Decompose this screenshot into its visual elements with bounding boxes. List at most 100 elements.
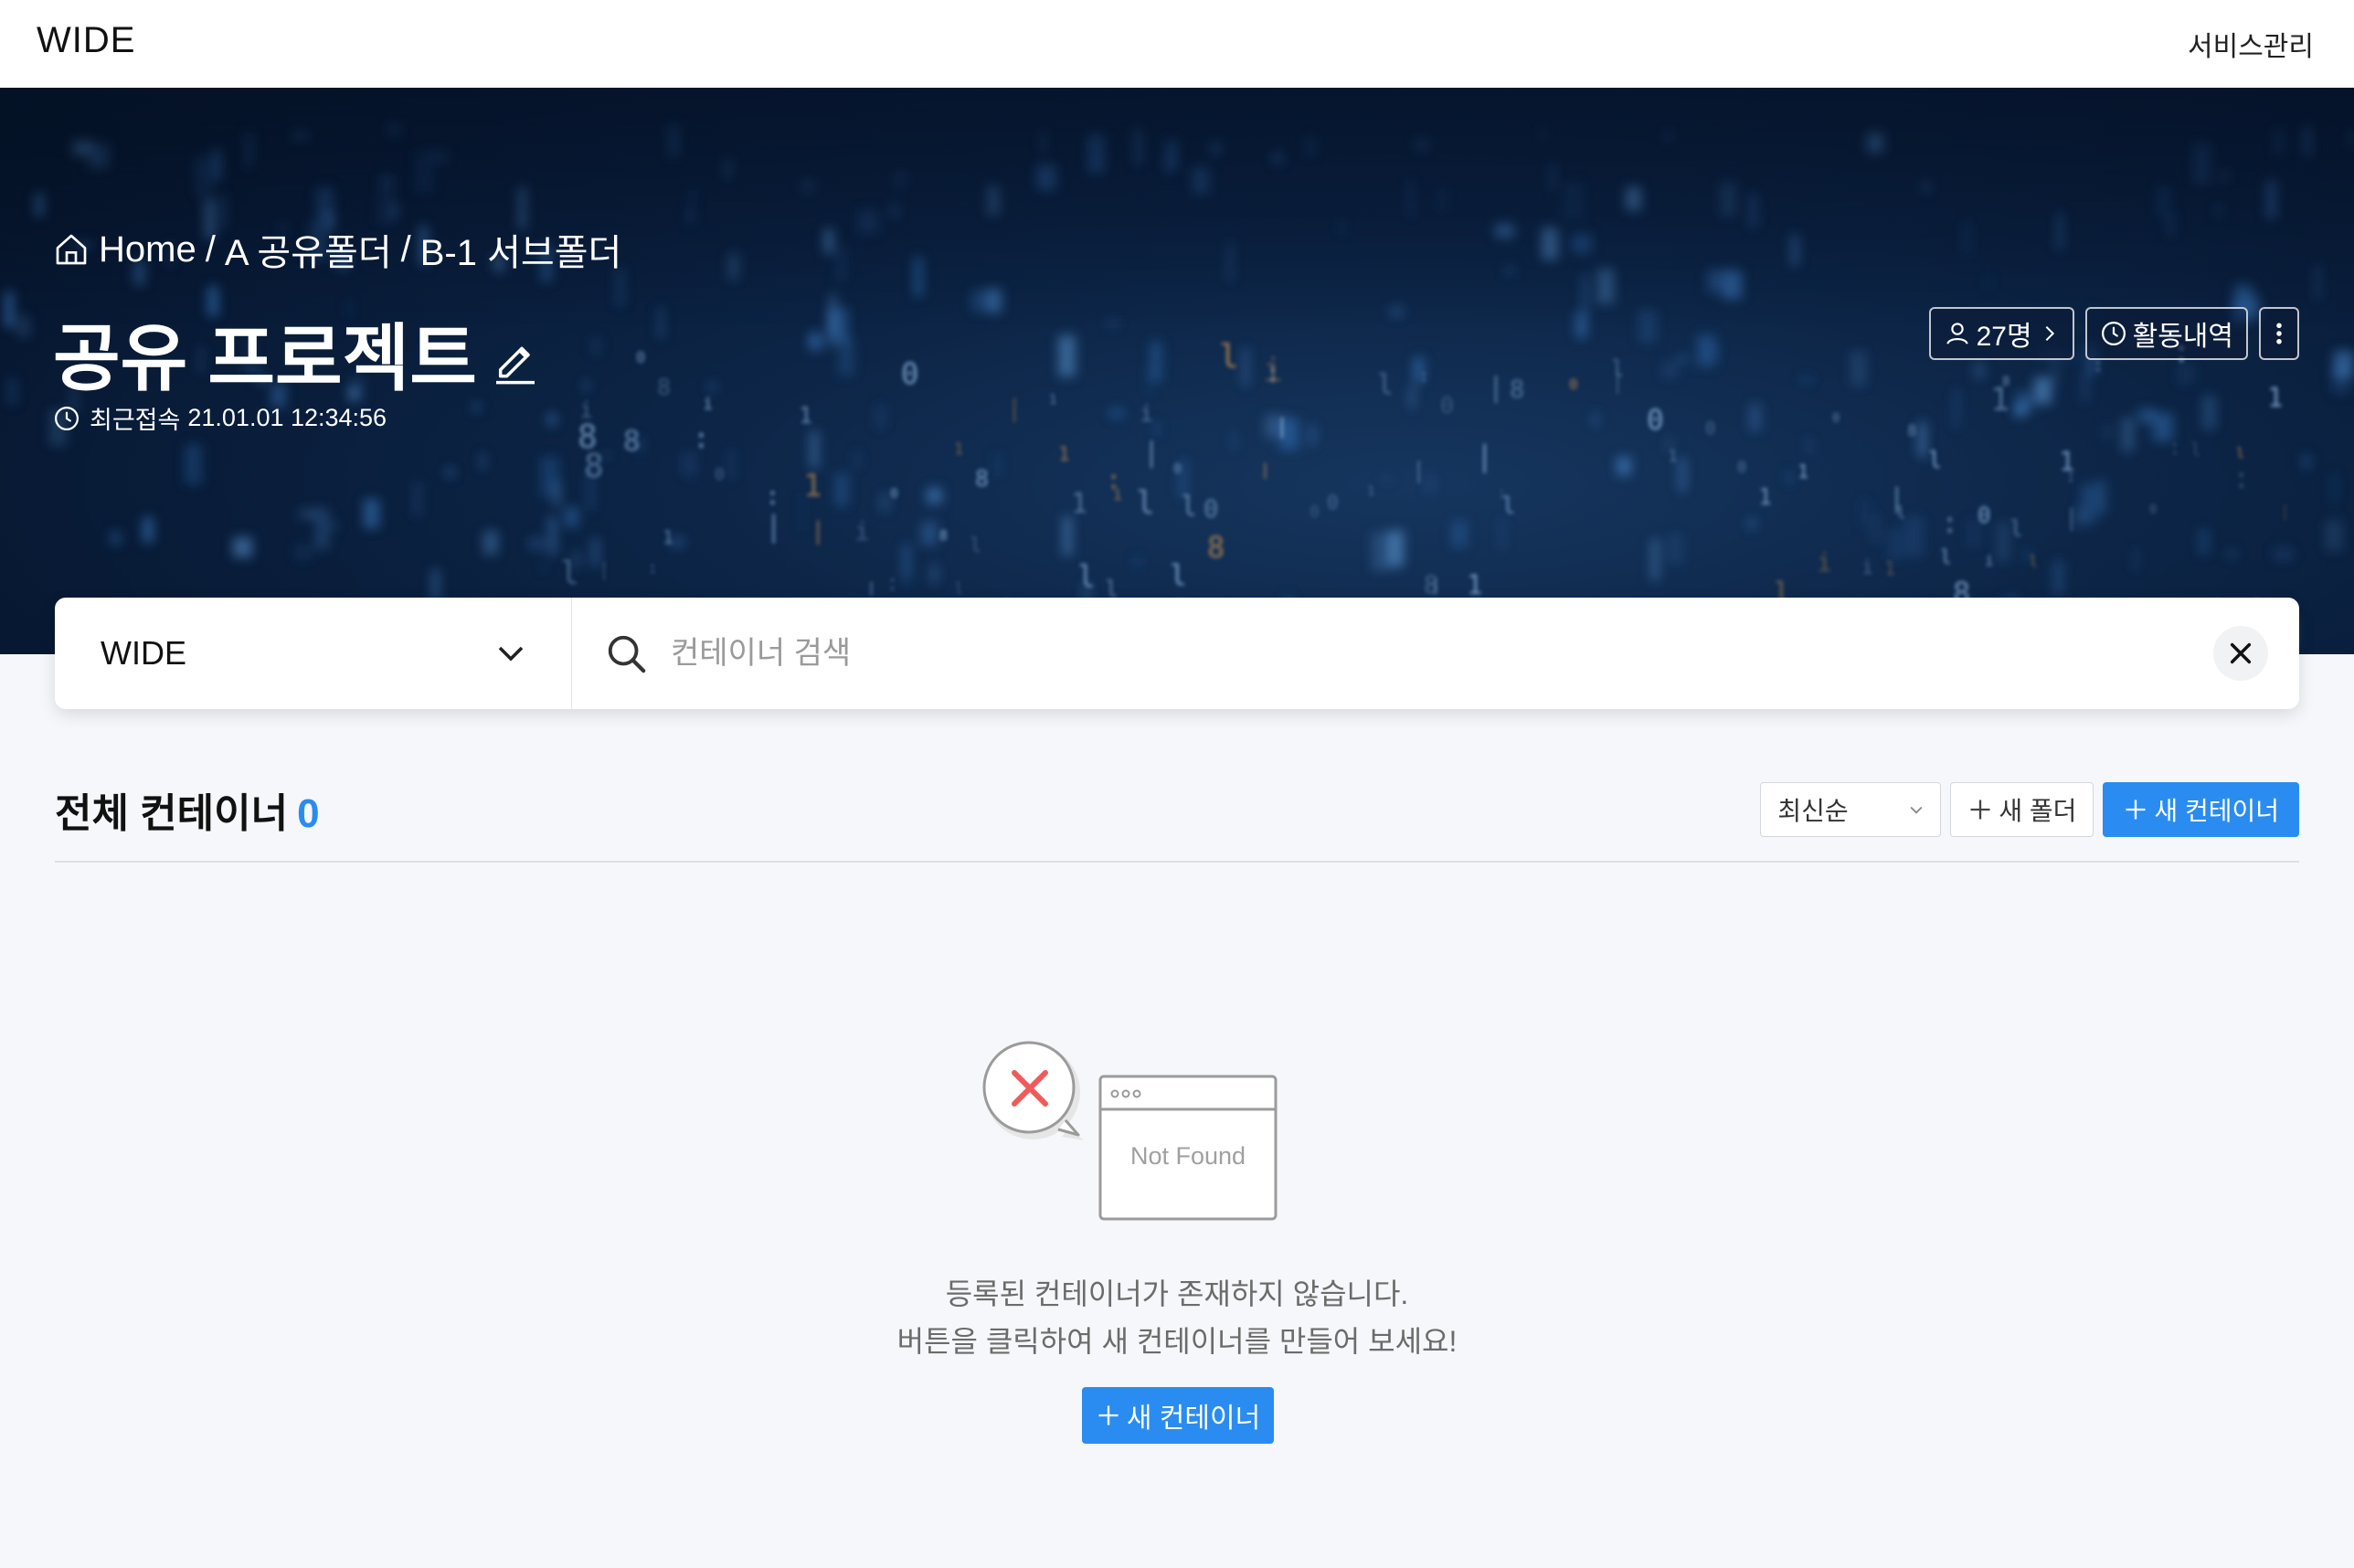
- new-folder-button[interactable]: 새 폴더: [1950, 782, 2094, 837]
- svg-text:8: 8: [578, 418, 598, 456]
- svg-text:0: 0: [715, 465, 725, 484]
- svg-text:l: l: [954, 579, 964, 599]
- svg-text:l: l: [970, 535, 981, 557]
- home-icon[interactable]: [53, 231, 90, 268]
- svg-text:1: 1: [799, 402, 812, 429]
- svg-text:i: i: [703, 394, 713, 414]
- svg-text:1: 1: [954, 440, 963, 459]
- svg-text:l: l: [1219, 338, 1239, 376]
- empty-new-container-button[interactable]: 새 컨테이너: [1082, 1387, 1274, 1444]
- not-found-illustration: Not Found: [982, 1041, 1278, 1221]
- members-button[interactable]: 27명: [1928, 307, 2074, 360]
- svg-text:|: |: [1260, 461, 1270, 480]
- svg-text:0: 0: [1705, 418, 1715, 439]
- svg-text:|: |: [1889, 482, 1904, 514]
- svg-text:|: |: [2064, 504, 2079, 532]
- svg-text:0: 0: [2149, 503, 2157, 517]
- activity-history-button[interactable]: 활동내역: [2084, 307, 2248, 360]
- svg-text:0: 0: [890, 485, 898, 502]
- svg-text:l: l: [2190, 439, 2201, 461]
- svg-text:8: 8: [1907, 422, 1916, 440]
- svg-text:1: 1: [803, 468, 822, 504]
- plus-icon: [2126, 800, 2146, 820]
- svg-text:i: i: [1817, 547, 1832, 577]
- new-container-button[interactable]: 새 컨테이너: [2103, 782, 2299, 837]
- close-icon: [2230, 642, 2252, 664]
- svg-text:l: l: [1077, 558, 1096, 594]
- sort-select[interactable]: 최신순: [1760, 782, 1942, 837]
- svg-text:1: 1: [1071, 488, 1087, 520]
- chevron-right-icon: [2045, 325, 2054, 342]
- svg-text::: :: [765, 481, 780, 511]
- svg-text:l: l: [560, 556, 579, 592]
- breadcrumb-subfolder[interactable]: B-1 서브폴더: [420, 223, 622, 276]
- list-title: 전체 컨테이너 0: [55, 780, 320, 839]
- svg-text:|: |: [2280, 502, 2290, 521]
- svg-text:|: |: [1611, 369, 1624, 395]
- svg-text::: :: [1419, 367, 1428, 386]
- kebab-icon: [2276, 323, 2282, 344]
- members-count: 27명: [1976, 322, 2032, 352]
- svg-text:i: i: [1861, 556, 1873, 579]
- svg-text:l: l: [1170, 559, 1187, 592]
- project-actions: 27명 활동내역: [1928, 307, 2299, 360]
- breadcrumb-folder[interactable]: A 공유폴더: [225, 223, 392, 276]
- clock-icon: [2101, 322, 2126, 345]
- svg-text:1: 1: [1797, 461, 1808, 482]
- search-input[interactable]: [669, 634, 2213, 673]
- container-search-bar: WIDE: [55, 598, 2299, 709]
- more-options-button[interactable]: [2259, 307, 2299, 360]
- top-bar: WIDE 서비스관리: [0, 0, 2354, 89]
- svg-text:|: |: [1276, 415, 1288, 439]
- svg-text:0: 0: [1310, 503, 1320, 522]
- svg-text:0: 0: [1978, 503, 1990, 528]
- svg-text:1: 1: [1758, 483, 1772, 510]
- brand-logo[interactable]: WIDE: [37, 20, 135, 61]
- clock-icon: [55, 406, 79, 430]
- svg-text:|: |: [1412, 457, 1426, 483]
- workspace-select[interactable]: WIDE: [55, 598, 572, 709]
- svg-text:0: 0: [901, 356, 918, 391]
- svg-text:1: 1: [2059, 446, 2074, 477]
- svg-text::: :: [885, 569, 899, 596]
- svg-text:1: 1: [1884, 557, 1895, 579]
- breadcrumb-separator: /: [205, 228, 216, 270]
- svg-text:|: |: [867, 579, 875, 596]
- svg-text:|: |: [599, 558, 610, 580]
- activity-history-label: 활동내역: [2132, 322, 2233, 352]
- svg-text::: :: [1941, 505, 1958, 540]
- svg-text::: :: [1106, 464, 1121, 495]
- svg-text:8: 8: [657, 374, 671, 400]
- container-count: 0: [297, 791, 320, 836]
- pencil-icon[interactable]: [490, 334, 541, 385]
- svg-text:1: 1: [1668, 447, 1678, 466]
- svg-text:0: 0: [1832, 411, 1840, 426]
- svg-text:|: |: [1143, 437, 1160, 469]
- breadcrumb-separator: /: [400, 228, 411, 270]
- empty-new-container-label: 새 컨테이너: [1126, 1404, 1261, 1434]
- svg-text::: :: [693, 422, 710, 455]
- sort-select-value: 최신순: [1777, 797, 1849, 825]
- last-access-label: 최근접속: [90, 407, 181, 434]
- svg-text:i: i: [1263, 352, 1283, 389]
- service-management-link[interactable]: 서비스관리: [2188, 24, 2314, 64]
- svg-text:l: l: [2236, 445, 2244, 461]
- svg-text:0: 0: [1327, 492, 1339, 514]
- svg-text::: :: [1497, 483, 1507, 503]
- chevron-down-icon: [1910, 806, 1923, 814]
- clear-search-button[interactable]: [2213, 626, 2268, 681]
- svg-text:1: 1: [1367, 484, 1374, 499]
- svg-text:0: 0: [636, 349, 645, 367]
- plus-icon: [1098, 1405, 1119, 1425]
- svg-text:8: 8: [2002, 375, 2009, 389]
- svg-text:|: |: [1007, 395, 1022, 423]
- empty-state-message: 등록된 컨테이너가 존재하지 않습니다. 버튼을 클릭하여 새 컨테이너를 만들…: [0, 1270, 2354, 1365]
- svg-text:8: 8: [939, 527, 948, 544]
- breadcrumb-home[interactable]: Home: [99, 229, 196, 270]
- user-icon: [1946, 323, 1968, 344]
- new-folder-label: 새 폴더: [1999, 797, 2077, 825]
- svg-text:0: 0: [1173, 461, 1182, 477]
- svg-text:1: 1: [1058, 443, 1070, 465]
- svg-text:8: 8: [1424, 571, 1438, 599]
- svg-text:l: l: [1136, 485, 1155, 522]
